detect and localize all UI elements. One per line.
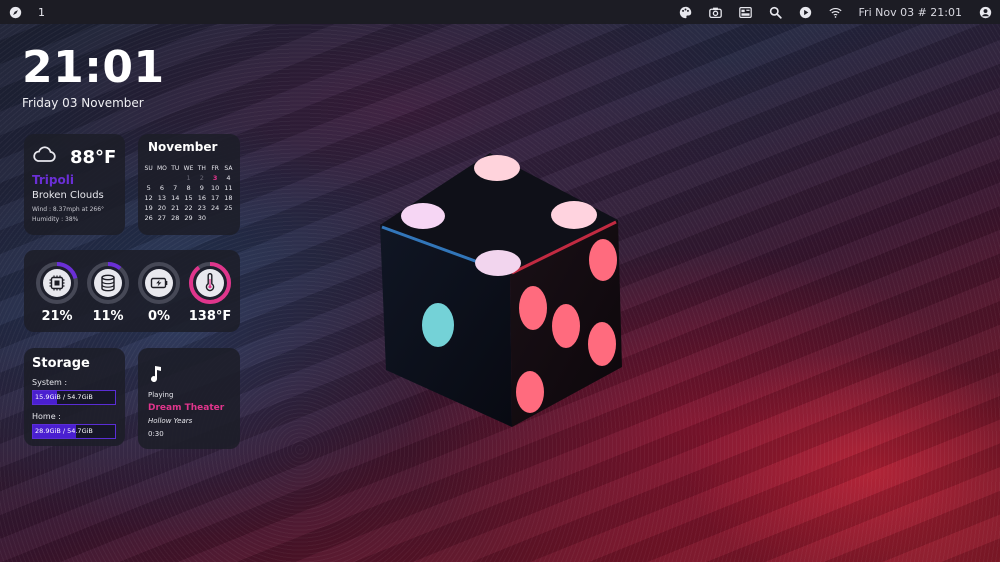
calendar-day: 18 — [224, 194, 233, 202]
music-artist: Dream Theater — [148, 403, 225, 413]
calendar-grid: SU MO TU WE TH FR SA 1 2 3 4 5 6 7 8 9 10 11 12 13 14 15 16 17… — [142, 163, 235, 223]
compass-icon[interactable] — [8, 5, 22, 19]
calendar-day: 19 — [144, 204, 153, 212]
system-stats-widget: 21% 11% 0% 138°F — [24, 250, 240, 332]
calendar-weekday: SA — [224, 164, 233, 172]
calendar-day: 1 — [186, 174, 191, 182]
play-icon[interactable] — [799, 5, 813, 19]
calendar-day: 23 — [197, 204, 206, 212]
calendar-day: 11 — [224, 184, 233, 192]
calendar-weekday: WE — [183, 164, 194, 172]
calendar-month: November — [148, 140, 218, 154]
calendar-weekday: SU — [144, 164, 153, 172]
weather-city: Tripoli — [32, 173, 74, 187]
temperature-value: 138°F — [188, 309, 232, 324]
calendar-day: 25 — [224, 204, 233, 212]
storage-widget: Storage System : 15.9GiB / 54.7GiB Home … — [24, 348, 125, 446]
cpu-stat: 21% — [35, 261, 79, 324]
calendar-day — [208, 213, 221, 223]
calendar-day: 10 — [210, 184, 220, 192]
music-song-title: Hollow Years — [148, 417, 193, 425]
calendar-day: 16 — [197, 194, 206, 202]
calendar-day: 4 — [226, 174, 231, 182]
calendar-day: 30 — [197, 214, 206, 222]
memory-stat: 11% — [86, 261, 130, 324]
calendar-day: 7 — [173, 184, 178, 192]
music-player-widget: Playing Dream Theater Hollow Years 0:30 — [138, 348, 240, 449]
user-icon[interactable] — [978, 5, 992, 19]
calendar-day: 9 — [199, 184, 204, 192]
cpu-icon — [49, 275, 65, 291]
calendar-day — [222, 213, 235, 223]
cloud-icon — [33, 146, 56, 162]
calendar-day: 13 — [157, 194, 167, 202]
calendar-day: 8 — [186, 184, 191, 192]
system-storage-bar: 15.9GiB / 54.7GiB — [32, 390, 116, 405]
weather-condition: Broken Clouds — [32, 190, 104, 201]
weather-temperature: 88°F — [70, 147, 117, 168]
calendar-widget: November SU MO TU WE TH FR SA 1 2 3 4 5 6 7 8 9 10 11 12 1… — [138, 134, 240, 235]
calendar-day: 29 — [184, 214, 193, 222]
home-storage-label: Home : — [32, 412, 61, 421]
weather-widget: 88°F Tripoli Broken Clouds Wind : 8.37mp… — [24, 134, 125, 235]
calendar-day: 6 — [159, 184, 165, 192]
system-storage-value: 15.9GiB / 54.7GiB — [35, 393, 93, 401]
storage-title: Storage — [32, 356, 90, 371]
calendar-day — [142, 173, 155, 183]
home-storage-value: 28.9GiB / 54.7GiB — [35, 427, 93, 435]
search-icon[interactable] — [769, 5, 783, 19]
camera-icon[interactable] — [709, 5, 723, 19]
calendar-day: 17 — [210, 194, 220, 202]
battery-level-ring — [138, 262, 180, 304]
calendar-day: 14 — [171, 194, 180, 202]
calendar-day: 21 — [171, 204, 180, 212]
calendar-day: 24 — [210, 204, 220, 212]
memory-usage-ring — [87, 262, 129, 304]
calendar-day: 15 — [184, 194, 193, 202]
palette-icon[interactable] — [679, 5, 693, 19]
calendar-day — [169, 173, 182, 183]
calendar-weekday: MO — [156, 164, 167, 172]
desktop-clock-date: Friday 03 November — [22, 96, 144, 110]
music-elapsed-time: 0:30 — [148, 430, 164, 438]
calendar-day — [155, 173, 168, 183]
temperature-stat: 138°F — [188, 261, 232, 324]
desktop-clock-time: 21:01 — [22, 42, 165, 93]
system-storage-label: System : — [32, 378, 68, 387]
calendar-day: 12 — [144, 194, 153, 202]
temperature-ring — [189, 262, 231, 304]
calendar-day: 28 — [171, 214, 180, 222]
calendar-day: 20 — [157, 204, 167, 212]
workspace-indicator[interactable]: 1 — [38, 6, 45, 19]
cpu-usage-ring — [36, 262, 78, 304]
weather-wind: Wind : 8.37mph at 266° — [32, 206, 105, 213]
home-storage-bar: 28.9GiB / 54.7GiB — [32, 424, 116, 439]
calendar-weekday: TU — [171, 164, 180, 172]
calendar-day: 26 — [144, 214, 153, 222]
calendar-weekday: FR — [211, 164, 219, 172]
dashboard-icon[interactable] — [739, 5, 753, 19]
calendar-day: 22 — [184, 204, 193, 212]
top-bar: 1 Fri Nov 03 # 21:01 — [0, 0, 1000, 24]
calendar-day: 5 — [146, 184, 151, 192]
music-note-icon[interactable] — [149, 364, 163, 382]
wifi-icon[interactable] — [829, 5, 843, 19]
calendar-day: 2 — [199, 174, 204, 182]
weather-humidity: Humidity : 38% — [32, 216, 79, 223]
calendar-weekday: TH — [197, 164, 206, 172]
calendar-day-today: 3 — [212, 174, 218, 182]
music-status: Playing — [148, 391, 174, 399]
calendar-day: 27 — [157, 214, 167, 222]
battery-stat: 0% — [137, 261, 181, 324]
topbar-datetime[interactable]: Fri Nov 03 # 21:01 — [859, 6, 962, 19]
dice-image — [380, 153, 622, 427]
